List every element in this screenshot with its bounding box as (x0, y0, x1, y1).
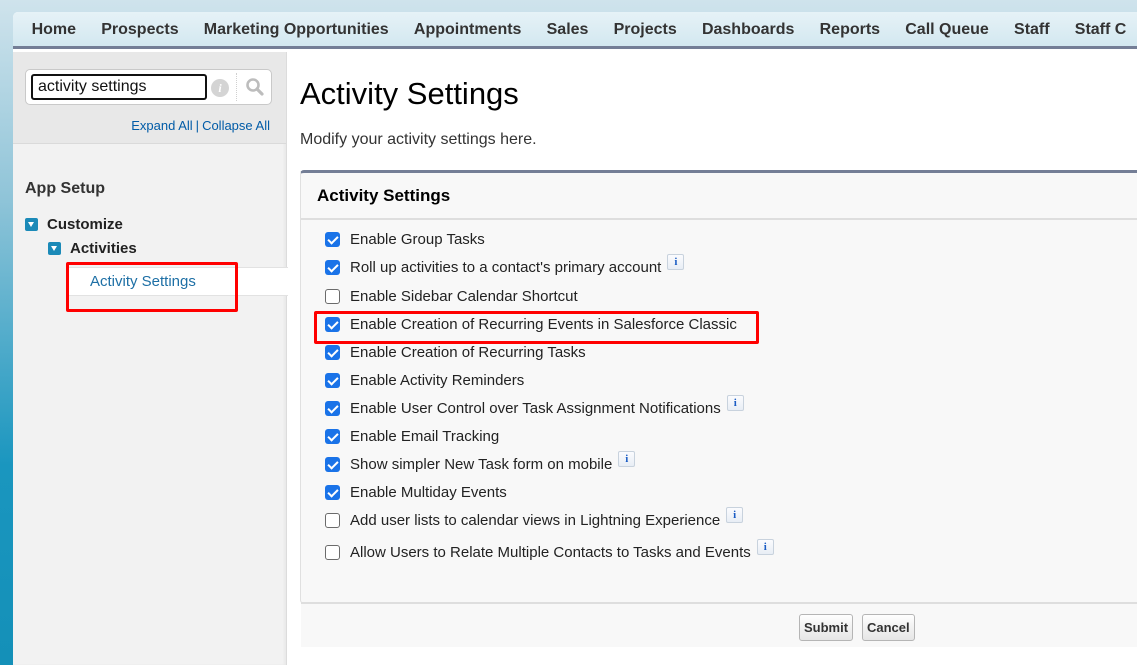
cancel-button[interactable]: Cancel (862, 614, 915, 641)
setting-label: Enable Creation of Recurring Events in S… (350, 316, 737, 333)
collapse-toggle-icon[interactable] (25, 218, 38, 231)
checkbox-unchecked[interactable] (325, 545, 340, 560)
quick-find-area: i Expand All|Collapse All (13, 52, 286, 144)
submit-button[interactable]: Submit (799, 614, 854, 641)
setting-label: Enable Sidebar Calendar Shortcut (350, 288, 578, 305)
setting-option: Add user lists to calendar views in Ligh… (325, 506, 744, 529)
checkbox-checked[interactable] (325, 485, 340, 500)
setting-label: Enable Email Tracking (350, 428, 500, 445)
app-frame: Home Prospects Marketing Opportunities A… (13, 12, 1137, 665)
tab-staff[interactable]: Staff (1001, 12, 1062, 48)
info-icon[interactable]: i (667, 253, 685, 270)
app-setup-heading: App Setup (25, 180, 105, 197)
tab-marketing-opportunities[interactable]: Marketing Opportunities (191, 12, 401, 48)
main-content: Activity Settings Modify your activity s… (300, 52, 1137, 665)
settings-panel: Activity Settings Enable Group Tasks Roll… (300, 170, 1137, 647)
checkbox-checked[interactable] (325, 401, 340, 416)
checkbox-unchecked[interactable] (325, 513, 340, 528)
info-icon[interactable]: i (726, 394, 744, 411)
info-icon[interactable]: i (211, 79, 229, 97)
expand-collapse-links: Expand All | Collapse All (131, 118, 270, 133)
setting-label: Enable Multiday Events (350, 484, 507, 501)
setting-label: Roll up activities to a contact's primar… (350, 259, 662, 276)
quick-find-box: i (25, 69, 272, 105)
setting-option: Show simpler New Task form on mobile i (325, 450, 636, 473)
info-icon[interactable]: i (726, 506, 744, 523)
search-icon (246, 78, 264, 96)
setting-option: Allow Users to Relate Multiple Contacts … (325, 538, 774, 561)
tree-item-activity-settings[interactable]: Activity Settings (68, 267, 288, 296)
checkbox-checked[interactable] (325, 429, 340, 444)
collapse-all-link[interactable]: Collapse All (202, 118, 270, 133)
checkbox-checked[interactable] (325, 260, 340, 275)
setting-option: Enable Sidebar Calendar Shortcut (325, 288, 578, 305)
checkbox-unchecked[interactable] (325, 289, 340, 304)
link-separator: | (195, 118, 200, 133)
setting-label: Enable Creation of Recurring Tasks (350, 344, 586, 361)
tab-prospects[interactable]: Prospects (89, 12, 192, 48)
checkbox-checked[interactable] (325, 457, 340, 472)
tab-reports[interactable]: Reports (807, 12, 893, 48)
checkbox-checked[interactable] (325, 373, 340, 388)
panel-title: Activity Settings (301, 173, 1137, 220)
setting-label: Show simpler New Task form on mobile (350, 456, 613, 473)
page-description: Modify your activity settings here. (300, 131, 537, 148)
setting-label: Enable Group Tasks (350, 231, 485, 248)
tab-call-queue[interactable]: Call Queue (893, 12, 1002, 48)
tab-projects[interactable]: Projects (601, 12, 689, 48)
tab-dashboards[interactable]: Dashboards (689, 12, 807, 48)
info-icon[interactable]: i (618, 450, 636, 467)
tab-staff-c[interactable]: Staff C (1062, 12, 1137, 48)
tree-node-customize[interactable]: Customize (25, 216, 123, 233)
tree-label-activities: Activities (70, 240, 137, 257)
top-navigation: Home Prospects Marketing Opportunities A… (13, 12, 1137, 49)
setting-label: Enable Activity Reminders (350, 372, 525, 389)
setting-option: Enable Multiday Events (325, 484, 507, 501)
expand-all-link[interactable]: Expand All (131, 118, 192, 133)
setting-label: Enable User Control over Task Assignment… (350, 400, 721, 417)
setting-option: Enable Group Tasks (325, 231, 485, 248)
setting-label: Allow Users to Relate Multiple Contacts … (350, 544, 751, 561)
checkbox-checked[interactable] (325, 232, 340, 247)
setting-option: Enable Activity Reminders (325, 372, 524, 389)
setting-option: Enable User Control over Task Assignment… (325, 394, 744, 417)
checkbox-checked[interactable] (325, 317, 340, 332)
setting-option: Roll up activities to a contact's primar… (325, 253, 685, 276)
checkbox-checked[interactable] (325, 345, 340, 360)
setting-option: Enable Creation of Recurring Events in S… (325, 316, 737, 333)
tree-node-activities[interactable]: Activities (48, 240, 137, 257)
search-divider (236, 73, 237, 101)
quick-find-input[interactable] (31, 74, 207, 100)
tab-sales[interactable]: Sales (534, 12, 601, 48)
info-icon[interactable]: i (756, 538, 774, 555)
tree-label-customize: Customize (47, 216, 123, 233)
panel-footer: Submit Cancel (301, 602, 1137, 647)
tab-home[interactable]: Home (19, 12, 89, 48)
page-title: Activity Settings (300, 76, 519, 111)
setup-sidebar: i Expand All|Collapse All App Setup Cust… (13, 52, 288, 665)
search-button[interactable] (241, 74, 269, 100)
setting-label: Add user lists to calendar views in Ligh… (350, 512, 721, 529)
setting-option: Enable Creation of Recurring Tasks (325, 344, 586, 361)
setting-option: Enable Email Tracking (325, 428, 499, 445)
collapse-toggle-icon[interactable] (48, 242, 61, 255)
tab-appointments[interactable]: Appointments (401, 12, 534, 48)
